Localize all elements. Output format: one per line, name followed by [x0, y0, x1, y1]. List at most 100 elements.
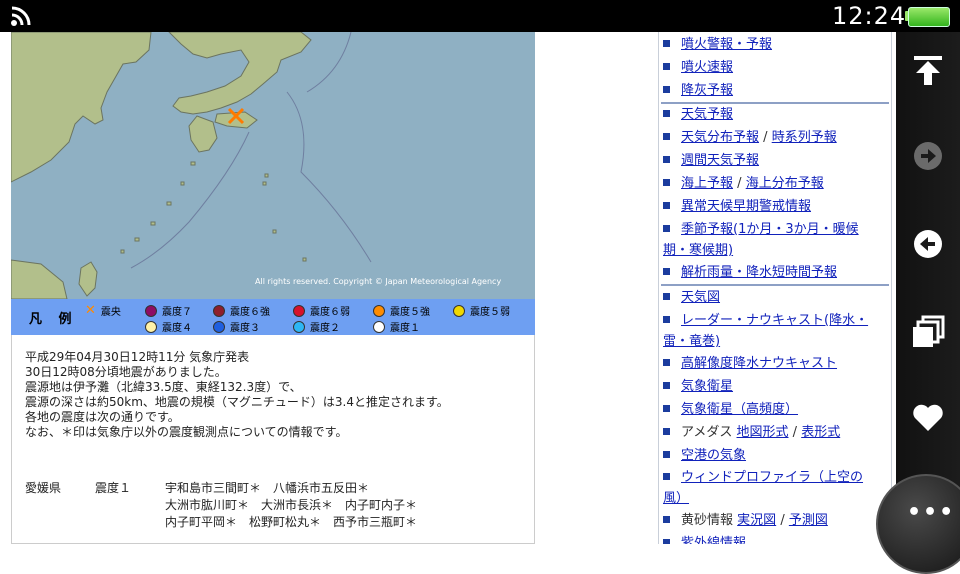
- legend-item-shindo7: 震度７: [145, 303, 192, 318]
- bullet-icon: [663, 382, 670, 389]
- nav-item-analyzed-rain[interactable]: 解析雨量・降水短時間予報: [663, 261, 887, 284]
- nav-item-volcano-flash[interactable]: 噴火速報: [663, 56, 887, 79]
- intensity-dot-icon: [453, 304, 465, 317]
- bullet-icon: [663, 539, 670, 544]
- map-legend: 凡 例 ✕ 震央 震度７ 震度６強 震度６弱 震度５強 震度５弱 震度４ 震度３…: [11, 299, 535, 335]
- bullet-icon: [663, 133, 670, 140]
- bullet-icon: [663, 451, 670, 458]
- nav-slash: /: [737, 176, 742, 191]
- nav-link[interactable]: ウィンドプロファイラ（上空の: [681, 470, 863, 485]
- nav-item-weather-map[interactable]: 天気図: [663, 286, 887, 309]
- earthquake-map[interactable]: All rights reserved. Copyright © Japan M…: [11, 32, 535, 299]
- nav-link[interactable]: 噴火速報: [681, 60, 733, 75]
- nav-item-uv[interactable]: 紫外線情報: [663, 532, 887, 544]
- nav-item-weather-forecast[interactable]: 天気予報: [663, 103, 887, 126]
- nav-item-radar[interactable]: レーダー・ナウキャスト(降水・: [663, 309, 887, 332]
- bullet-icon: [663, 86, 670, 93]
- nav-link[interactable]: 実況図: [737, 513, 776, 528]
- bullet-icon: [663, 316, 670, 323]
- tabs-button[interactable]: [908, 312, 948, 352]
- nav-link[interactable]: 気象衛星: [681, 379, 733, 394]
- legend-item-shindo5-strong: 震度５強: [373, 303, 430, 318]
- back-button[interactable]: [908, 224, 948, 264]
- windows-icon: [913, 315, 945, 347]
- report-line: なお、＊印は気象庁以外の震度観測点についての情報です。: [25, 425, 348, 439]
- nav-item-radar-cont[interactable]: 雷・竜巻): [663, 330, 887, 353]
- nav-link[interactable]: 予測図: [789, 513, 828, 528]
- wifi-icon: [11, 6, 31, 26]
- legend-item-shindo6-weak: 震度６弱: [293, 303, 350, 318]
- nav-link[interactable]: 降灰予報: [681, 83, 733, 98]
- intensity-label: 震度１: [95, 481, 132, 495]
- bookmark-button[interactable]: [908, 398, 948, 438]
- nav-link[interactable]: 高解像度降水ナウキャスト: [681, 356, 837, 371]
- legend-title: 凡 例: [29, 312, 78, 327]
- nav-link[interactable]: 雷・竜巻): [663, 334, 720, 349]
- scroll-top-button[interactable]: [908, 50, 948, 90]
- intensity-dot-icon: [293, 320, 305, 333]
- bullet-icon: [663, 225, 670, 232]
- nav-link[interactable]: 解析雨量・降水短時間予報: [681, 265, 837, 280]
- nav-link[interactable]: 噴火警報・予報: [681, 37, 772, 52]
- nav-slash: /: [780, 513, 785, 528]
- map-copyright: All rights reserved. Copyright © Japan M…: [255, 277, 502, 286]
- nav-link[interactable]: 時系列予報: [772, 130, 837, 145]
- nav-item-satellite[interactable]: 気象衛星: [663, 375, 887, 398]
- bullet-icon: [663, 293, 670, 300]
- legend-label: 震度５弱: [470, 307, 510, 318]
- nav-link[interactable]: 海上予報: [681, 176, 733, 191]
- bullet-icon: [663, 359, 670, 366]
- nav-link[interactable]: 週間天気予報: [681, 153, 759, 168]
- nav-link[interactable]: 天気予報: [681, 107, 733, 122]
- nav-link[interactable]: 表形式: [801, 425, 840, 440]
- bullet-icon: [663, 40, 670, 47]
- browser-content[interactable]: All rights reserved. Copyright © Japan M…: [0, 32, 896, 544]
- browser-sidebar: [896, 32, 960, 544]
- nav-link[interactable]: 地図形式: [737, 425, 789, 440]
- nav-item-hires-nowcast[interactable]: 高解像度降水ナウキャスト: [663, 352, 887, 375]
- map-graphic: [11, 32, 535, 299]
- nav-link[interactable]: 気象衛星（高頻度）: [681, 402, 798, 417]
- nav-link[interactable]: 紫外線情報: [681, 536, 746, 544]
- prefecture-name: 愛媛県: [25, 481, 62, 495]
- report-line: 30日12時08分頃地震がありました。: [25, 365, 227, 379]
- nav-item-seasonal-cont[interactable]: 期・寒候期): [663, 239, 887, 262]
- nav-link[interactable]: 期・寒候期): [663, 243, 733, 258]
- back-icon: [914, 230, 942, 258]
- bullet-icon: [663, 156, 670, 163]
- forward-button[interactable]: [908, 136, 948, 176]
- nav-link[interactable]: 風）: [663, 491, 689, 506]
- nav-link[interactable]: レーダー・ナウキャスト(降水・: [681, 313, 868, 328]
- nav-item-weather-distribution: 天気分布予報 / 時系列予報: [663, 126, 887, 149]
- nav-item-weekly[interactable]: 週間天気予報: [663, 149, 887, 172]
- nav-link[interactable]: 天気図: [681, 290, 720, 305]
- nav-item-profiler[interactable]: ウィンドプロファイラ（上空の: [663, 466, 887, 489]
- legend-label: 震度２: [310, 323, 340, 334]
- nav-item-airport[interactable]: 空港の気象: [663, 444, 887, 467]
- nav-item-profiler-cont[interactable]: 風）: [663, 487, 887, 510]
- nav-item-anomalous[interactable]: 異常天候早期警戒情報: [663, 195, 887, 218]
- bullet-icon: [663, 110, 670, 117]
- nav-link[interactable]: 天気分布予報: [681, 130, 759, 145]
- nav-link[interactable]: 季節予報(1か月・3か月・暖候: [681, 222, 859, 237]
- bullet-icon: [663, 405, 670, 412]
- clock: 12:24: [832, 2, 907, 30]
- battery-icon: [908, 7, 950, 27]
- nav-link[interactable]: 異常天候早期警戒情報: [681, 199, 811, 214]
- nav-item-seasonal[interactable]: 季節予報(1か月・3か月・暖候: [663, 218, 887, 241]
- nav-link[interactable]: 海上分布予報: [746, 176, 824, 191]
- nav-slash: /: [763, 130, 768, 145]
- heart-icon: [913, 404, 943, 431]
- nav-item-satellite-hf[interactable]: 気象衛星（高頻度）: [663, 398, 887, 421]
- legend-item-epicenter: ✕ 震央: [85, 303, 121, 319]
- nav-link[interactable]: 空港の気象: [681, 448, 746, 463]
- nav-item-ashfall[interactable]: 降灰予報: [663, 79, 887, 102]
- legend-label: 震度６弱: [310, 307, 350, 318]
- station-list-line: 大洲市肱川町＊ 大洲市長浜＊ 内子町内子＊: [165, 498, 418, 512]
- nav-item-sea: 海上予報 / 海上分布予報: [663, 172, 887, 195]
- bullet-icon: [663, 202, 670, 209]
- legend-item-shindo3: 震度３: [213, 319, 260, 334]
- legend-item-shindo5-weak: 震度５弱: [453, 303, 510, 318]
- bullet-icon: [663, 179, 670, 186]
- nav-item-volcano-warning[interactable]: 噴火警報・予報: [663, 33, 887, 56]
